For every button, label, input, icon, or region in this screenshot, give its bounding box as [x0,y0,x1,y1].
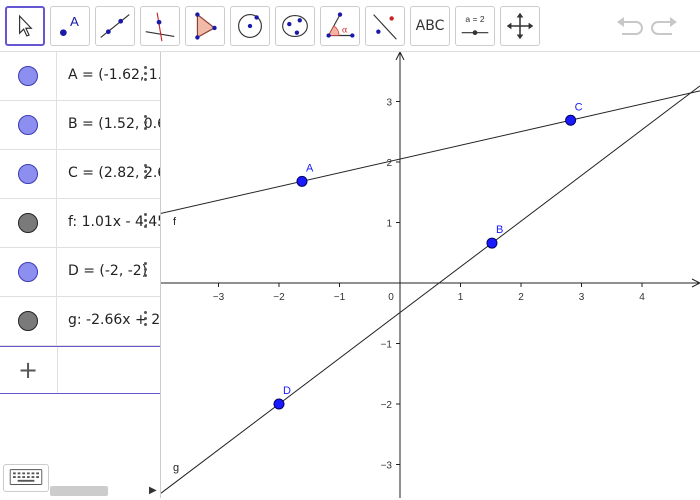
visibility-toggle[interactable] [18,66,38,86]
y-tick-label: 3 [386,98,392,109]
scroll-right-icon[interactable]: ▶ [149,485,157,496]
x-tick-label: 4 [639,292,645,303]
slider-icon: a = 2 [461,14,489,36]
marble-cell [0,199,57,247]
algebra-row-g[interactable]: g: -2.66x + 2.52 [0,297,160,346]
algebra-horizontal-scrollbar[interactable]: ▶ [0,484,161,498]
x-tick-label: −2 [273,292,285,303]
line-icon [100,14,130,38]
slider-tool-button[interactable]: a = 2 [455,6,495,46]
perpendicular-line-icon [145,12,175,42]
point-B[interactable] [486,237,498,249]
more-options-icon[interactable] [143,66,149,86]
marble-cell [0,150,57,198]
x-tick-label: 1 [458,292,464,303]
point-D[interactable] [273,398,285,410]
algebra-row-C[interactable]: C = (2.82, 2.69) [0,150,160,199]
ellipse-icon [282,14,308,38]
graphics-view[interactable]: −3 −2 −1 0 1 2 3 4 3 2 1 −1 −2 −3 f g A B C D [160,50,700,498]
point-label-A: A [306,162,314,174]
marble-cell [0,248,57,296]
algebra-view: A = (-1.62, 1.68) B = (1.52, 0.66) C = (… [0,52,161,498]
cursor-icon [19,14,33,37]
x-tick-label: 2 [518,292,524,303]
circle-icon [238,14,262,38]
algebra-row-A[interactable]: A = (-1.62, 1.68) [0,52,160,101]
text-tool-label: ABC [415,18,445,34]
move-arrows-icon [506,12,534,40]
undo-icon [617,17,643,35]
svg-text:A: A [70,14,79,29]
reflect-icon [373,14,397,40]
visibility-toggle[interactable] [18,262,38,282]
angle-icon: α [326,12,355,38]
x-tick-label: −3 [213,292,225,303]
point-label-C: C [575,101,583,113]
undo-button[interactable] [614,12,644,40]
more-options-icon[interactable] [143,311,149,331]
move-graphics-view-tool-button[interactable] [500,6,540,46]
reflect-tool-button[interactable] [365,6,405,46]
redo-icon [651,17,677,35]
more-options-icon[interactable] [143,115,149,135]
text-tool-button[interactable]: ABC [410,6,450,46]
line-g [160,85,700,494]
point-icon: A [60,14,79,36]
algebra-row-B[interactable]: B = (1.52, 0.66) [0,101,160,150]
line-label-g: g [173,462,179,474]
line-tool-button[interactable] [95,6,135,46]
visibility-toggle[interactable] [18,213,38,233]
svg-text:α: α [342,26,348,36]
scrollbar-thumb[interactable] [50,486,108,496]
algebra-row-D[interactable]: D = (-2, -2) [0,248,160,297]
x-tick-label: −1 [334,292,346,303]
perpendicular-line-tool-button[interactable] [140,6,180,46]
marble-cell [0,52,57,100]
line-label-f: f [173,216,177,228]
graphics-canvas[interactable]: −3 −2 −1 0 1 2 3 4 3 2 1 −1 −2 −3 f g A B C D [160,50,700,498]
y-tick-label: −2 [381,400,393,411]
point-A[interactable] [296,175,308,187]
algebra-row-f[interactable]: f: 1.01x - 4.45y [0,199,160,248]
marble-cell [0,297,57,345]
toolbar: A α ABC a = 2 [0,0,700,52]
x-tick-label: 0 [388,292,394,303]
visibility-toggle[interactable] [18,311,38,331]
visibility-toggle[interactable] [18,164,38,184]
ellipse-tool-button[interactable] [275,6,315,46]
marble-cell [0,101,57,149]
point-label-D: D [283,385,291,397]
angle-tool-button[interactable]: α [320,6,360,46]
y-tick-label: −1 [381,340,393,351]
line-f [160,90,700,214]
more-options-icon[interactable] [143,164,149,184]
point-label-B: B [496,224,503,236]
add-icon[interactable]: + [18,356,38,384]
algebra-input-row[interactable]: + [0,346,160,394]
y-tick-label: −3 [381,461,393,472]
circle-tool-button[interactable] [230,6,270,46]
more-options-icon[interactable] [143,213,149,233]
y-tick-label: 1 [386,219,392,230]
visibility-toggle[interactable] [18,115,38,135]
svg-text:a = 2: a = 2 [465,14,484,24]
redo-button[interactable] [650,12,680,40]
polygon-icon [195,12,217,40]
x-tick-label: 3 [579,292,585,303]
move-tool-button[interactable] [5,6,45,46]
y-tick-label: 2 [386,158,392,169]
point-tool-button[interactable]: A [50,6,90,46]
point-C[interactable] [565,114,577,126]
more-options-icon[interactable] [143,262,149,282]
polygon-tool-button[interactable] [185,6,225,46]
